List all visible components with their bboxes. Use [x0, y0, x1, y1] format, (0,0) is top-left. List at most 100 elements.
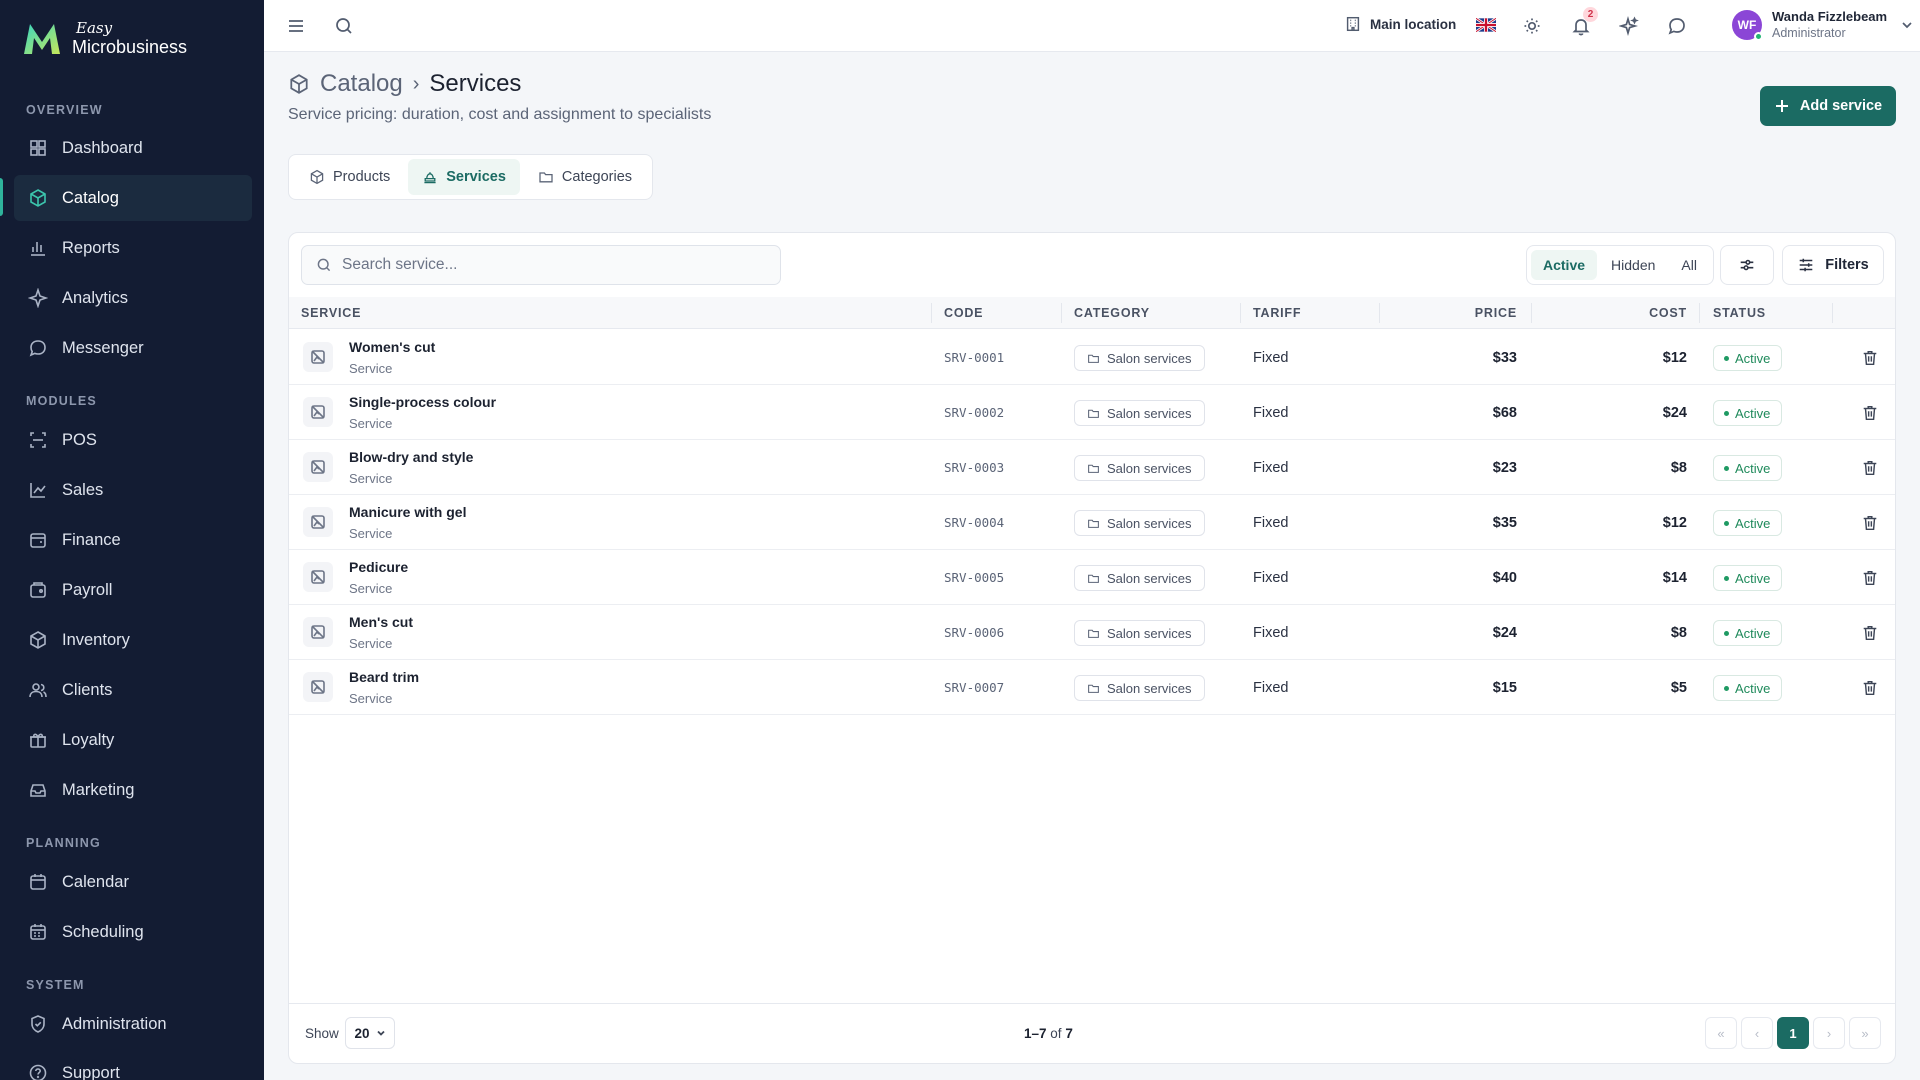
- price-value: $23: [1492, 460, 1517, 476]
- delete-trash-icon[interactable]: [1859, 457, 1881, 479]
- sales-icon: [28, 480, 48, 500]
- filters-label: Filters: [1825, 257, 1869, 273]
- breadcrumb: Catalog › Services: [288, 70, 521, 98]
- sidebar-item-catalog[interactable]: Catalog: [14, 175, 252, 221]
- status-dot: [1724, 685, 1729, 691]
- table-row[interactable]: Pedicure Service SRV-0005 Salon services…: [289, 550, 1895, 605]
- sidebar-item-reports[interactable]: Reports: [14, 225, 252, 271]
- sidebar-item-payroll[interactable]: Payroll: [14, 567, 252, 613]
- filters-button[interactable]: Filters: [1782, 245, 1884, 285]
- breadcrumb-catalog-link[interactable]: Catalog: [320, 70, 403, 98]
- service-name[interactable]: Manicure with gel: [349, 504, 466, 520]
- search-icon[interactable]: [332, 14, 356, 38]
- sidebar-item-marketing[interactable]: Marketing: [14, 767, 252, 813]
- location-selector[interactable]: Main location: [1344, 15, 1456, 33]
- service-name[interactable]: Men's cut: [349, 614, 413, 630]
- next-page-button[interactable]: ›: [1813, 1017, 1845, 1049]
- search-input[interactable]: [342, 256, 762, 274]
- delete-trash-icon[interactable]: [1859, 402, 1881, 424]
- sidebar-item-messenger[interactable]: Messenger: [14, 325, 252, 371]
- sidebar-item-sales[interactable]: Sales: [14, 467, 252, 513]
- notifications-count-badge: 2: [1583, 7, 1598, 22]
- filter-active[interactable]: Active: [1531, 250, 1598, 280]
- sidebar-item-analytics[interactable]: Analytics: [14, 275, 252, 321]
- nav-section-modules: MODULES: [26, 394, 97, 408]
- table-row[interactable]: Manicure with gel Service SRV-0004 Salon…: [289, 495, 1895, 550]
- sidebar-item-support[interactable]: Support: [14, 1050, 252, 1080]
- status-badge: Active: [1713, 510, 1783, 536]
- table-row[interactable]: Single-process colour Service SRV-0002 S…: [289, 385, 1895, 440]
- table-row[interactable]: Blow-dry and style Service SRV-0003 Salo…: [289, 440, 1895, 495]
- ai-assistant-icon[interactable]: [1617, 14, 1641, 38]
- cost-value: $12: [1662, 515, 1687, 531]
- delete-trash-icon[interactable]: [1859, 677, 1881, 699]
- add-service-button[interactable]: Add service: [1760, 86, 1896, 126]
- tariff-value: Fixed: [1253, 460, 1289, 476]
- tariff-value: Fixed: [1253, 570, 1289, 586]
- tab-products[interactable]: Products: [295, 159, 404, 195]
- column-header-cost[interactable]: COST: [1649, 306, 1687, 320]
- service-name[interactable]: Blow-dry and style: [349, 449, 473, 465]
- sidebar-item-dashboard[interactable]: Dashboard: [14, 125, 252, 171]
- tab-categories[interactable]: Categories: [524, 159, 646, 195]
- table-row[interactable]: Beard trim Service SRV-0007 Salon servic…: [289, 660, 1895, 715]
- last-page-button[interactable]: »: [1849, 1017, 1881, 1049]
- column-header-tariff[interactable]: TARIFF: [1253, 306, 1301, 320]
- column-header-price[interactable]: PRICE: [1475, 306, 1517, 320]
- sidebar-item-finance[interactable]: Finance: [14, 517, 252, 563]
- first-page-button[interactable]: «: [1705, 1017, 1737, 1049]
- tab-label: Services: [446, 169, 506, 185]
- service-name[interactable]: Single-process colour: [349, 394, 496, 410]
- delete-trash-icon[interactable]: [1859, 622, 1881, 644]
- service-name[interactable]: Pedicure: [349, 559, 408, 575]
- tariff-value: Fixed: [1253, 625, 1289, 641]
- chat-icon[interactable]: [1665, 14, 1689, 38]
- table-row[interactable]: Men's cut Service SRV-0006 Salon service…: [289, 605, 1895, 660]
- sidebar-item-inventory[interactable]: Inventory: [14, 617, 252, 663]
- service-type: Service: [349, 581, 393, 596]
- service-name[interactable]: Women's cut: [349, 339, 435, 355]
- uk-flag-icon[interactable]: [1476, 18, 1496, 32]
- tab-services[interactable]: Services: [408, 159, 520, 195]
- service-code: SRV-0002: [944, 405, 1005, 420]
- reports-icon: [28, 238, 48, 258]
- filter-hidden[interactable]: Hidden: [1599, 250, 1667, 280]
- delete-trash-icon[interactable]: [1859, 347, 1881, 369]
- table-row[interactable]: Women's cut Service SRV-0001 Salon servi…: [289, 330, 1895, 385]
- page-size-select[interactable]: 20: [345, 1017, 395, 1049]
- page-button-1[interactable]: 1: [1777, 1017, 1809, 1049]
- column-divider: [1531, 303, 1532, 323]
- column-settings-button[interactable]: [1720, 245, 1774, 285]
- category-label: Salon services: [1107, 405, 1192, 421]
- column-header-category[interactable]: CATEGORY: [1074, 306, 1150, 320]
- menu-icon[interactable]: [284, 14, 308, 38]
- column-header-service[interactable]: SERVICE: [301, 306, 361, 320]
- theme-toggle-icon[interactable]: [1520, 14, 1544, 38]
- column-header-status[interactable]: STATUS: [1713, 306, 1766, 320]
- sidebar-item-pos[interactable]: POS: [14, 417, 252, 463]
- status-label: Active: [1735, 350, 1771, 366]
- sidebar-item-administration[interactable]: Administration: [14, 1001, 252, 1047]
- sidebar-item-loyalty[interactable]: Loyalty: [14, 717, 252, 763]
- delete-trash-icon[interactable]: [1859, 567, 1881, 589]
- filter-all[interactable]: All: [1669, 250, 1709, 280]
- logo-big-text: Microbusiness: [72, 36, 188, 57]
- delete-trash-icon[interactable]: [1859, 512, 1881, 534]
- status-badge: Active: [1713, 455, 1783, 481]
- pagination-range: 1–7 of 7: [1024, 1026, 1073, 1041]
- prev-page-button[interactable]: ‹: [1741, 1017, 1773, 1049]
- app-logo[interactable]: Easy Microbusiness: [20, 18, 187, 58]
- sidebar-item-label: Calendar: [62, 872, 129, 891]
- user-menu[interactable]: WF Wanda Fizzlebeam Administrator: [1732, 9, 1913, 41]
- cost-value: $14: [1662, 570, 1687, 586]
- tariff-value: Fixed: [1253, 405, 1289, 421]
- search-box[interactable]: [301, 245, 781, 285]
- messenger-icon: [28, 338, 48, 358]
- sidebar-item-label: Dashboard: [62, 138, 143, 157]
- sidebar-item-clients[interactable]: Clients: [14, 667, 252, 713]
- column-divider: [1699, 303, 1700, 323]
- service-name[interactable]: Beard trim: [349, 669, 419, 685]
- sidebar-item-scheduling[interactable]: Scheduling: [14, 909, 252, 955]
- sidebar-item-calendar[interactable]: Calendar: [14, 859, 252, 905]
- column-header-code[interactable]: CODE: [944, 306, 983, 320]
